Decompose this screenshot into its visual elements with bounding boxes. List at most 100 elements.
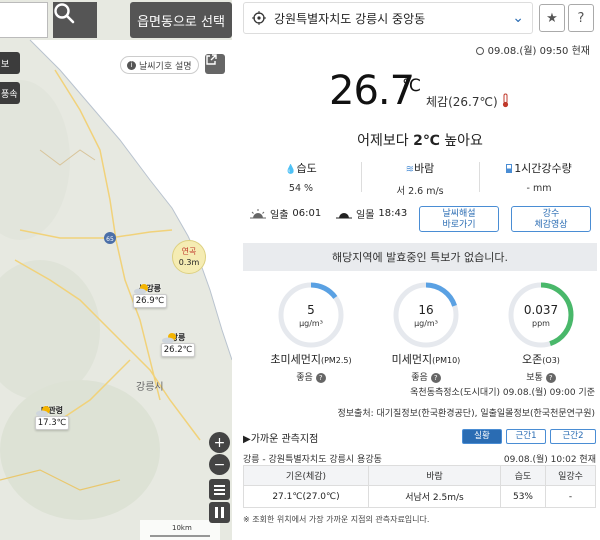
air-gauge-ring: 5 μg/m³ <box>278 282 344 348</box>
air-quality-pm10[interactable]: 16 μg/m³ 미세먼지(PM10) 좋음 ? <box>370 281 482 383</box>
tab-nearby-1[interactable]: 근간1 <box>506 429 546 444</box>
radar-line-1: 강수 <box>542 209 560 219</box>
station-marker[interactable]: 북강릉 26.9℃ <box>133 283 167 308</box>
crosshair-icon <box>252 11 266 25</box>
search-input[interactable] <box>0 2 48 38</box>
favorite-button[interactable]: ★ <box>539 4 565 32</box>
station-temp: 26.2℃ <box>163 345 193 355</box>
help-button[interactable]: ? <box>568 4 594 32</box>
search-button[interactable] <box>53 2 97 38</box>
external-link-icon <box>206 54 217 65</box>
station-marker[interactable]: 대관령 17.3℃ <box>35 405 69 430</box>
air-name: 초미세먼지 <box>270 353 321 366</box>
city-label: 강릉시 <box>136 382 164 393</box>
air-sub: (PM10) <box>432 356 461 365</box>
table-header: 습도 <box>500 465 546 486</box>
map-side-tab-1[interactable]: 보 <box>0 52 20 74</box>
question-icon[interactable]: ? <box>315 372 326 383</box>
search-icon <box>54 3 75 24</box>
info-icon: i <box>127 60 136 70</box>
external-link-button[interactable] <box>205 54 225 74</box>
sea-station-marker[interactable]: 연곡 0.3m <box>172 240 206 274</box>
question-icon[interactable]: ? <box>545 372 556 383</box>
sun-cloud-icon <box>36 406 50 417</box>
thermometer-icon <box>503 93 509 108</box>
table-cell: 서남서 2.5m/s <box>368 485 501 508</box>
wind-icon: ≋ <box>405 164 415 175</box>
region-select-button[interactable]: 읍면동으로 선택 <box>130 2 232 38</box>
clock-icon <box>476 47 485 55</box>
feels-like-text: 체감(26.7℃) <box>426 95 498 109</box>
layers-icon <box>214 485 225 495</box>
zoom-in-button[interactable]: + <box>209 432 230 453</box>
air-quality-ozone[interactable]: 0.037 ppm 오존(O3) 보통 ? <box>485 281 597 383</box>
nearby-footnote: ※ 조회한 위치에서 가장 가까운 지점의 관측자료입니다. <box>243 515 430 524</box>
radar-line-2: 체감영상 <box>534 220 568 230</box>
highway-label: 65 <box>106 236 114 243</box>
tab-nearby-2[interactable]: 근간2 <box>550 429 596 444</box>
chevron-down-icon: ⌄ <box>512 10 524 26</box>
weather-map[interactable]: 65 10km 읍면동으로 선택 보 풍속 i 날씨기호 설명 연곡 0.3m … <box>0 0 232 540</box>
tab-realtime[interactable]: 실황 <box>462 429 502 444</box>
weather-panel: 강원특별자치도 강릉시 중앙동 ⌄ ★ ? 09.08.(월) 09:50 현재… <box>240 0 600 540</box>
map-layer-button[interactable] <box>209 479 230 500</box>
weather-commentary-button[interactable]: 날씨해설 바로가기 <box>419 206 499 232</box>
air-name: 미세먼지 <box>391 353 433 366</box>
air-quality-pm25[interactable]: 5 μg/m³ 초미세먼지(PM2.5) 좋음 ? <box>255 281 367 383</box>
precip-value: - mm <box>526 183 552 194</box>
air-gauge-ring: 0.037 ppm <box>508 282 574 348</box>
radar-video-button[interactable]: 강수 체감영상 <box>511 206 591 232</box>
sunrise-icon <box>250 208 266 218</box>
nearby-location: 강릉 - 강원특별자치도 강릉시 용강동 <box>243 455 382 465</box>
commentary-line-2: 바로가기 <box>442 220 476 230</box>
humidity-value: 54 % <box>288 183 314 194</box>
sunrise-label: 일출 <box>270 210 289 221</box>
gauge-unit: μg/m³ <box>299 319 323 328</box>
divider <box>479 162 480 192</box>
air-data-source: 정보출처: 대기질정보(한국환경공단), 일출일몰정보(한국천문연구원) <box>337 409 595 419</box>
observation-time: 09.08.(월) 09:50 현재 <box>476 42 590 57</box>
pause-icon <box>215 507 224 518</box>
air-grade: 보통 <box>526 373 543 383</box>
gauge-unit: ppm <box>532 319 550 328</box>
air-sub: (PM2.5) <box>320 356 352 365</box>
divider <box>361 162 362 192</box>
table-header: 바람 <box>368 465 501 486</box>
table-cell: 27.1℃(27.0℃) <box>243 485 369 508</box>
wind-stat: ≋바람 서 2.6 m/s <box>361 160 479 197</box>
sunset-icon <box>336 212 352 218</box>
location-selector[interactable]: 강원특별자치도 강릉시 중앙동 ⌄ <box>243 2 533 34</box>
compare-suffix: 높아요 <box>439 133 483 149</box>
air-station-info: 옥천동측정소(도시대기) 09.08.(월) 09:00 기준 <box>410 388 595 398</box>
nearby-time: 09.08.(월) 10:02 현재 <box>503 455 596 465</box>
scale-label: 10km <box>172 524 192 532</box>
map-pause-button[interactable] <box>209 502 230 523</box>
sunset: 일몰 18:43 <box>336 206 407 221</box>
yesterday-comparison: 어제보다 2℃ 높아요 <box>240 130 600 150</box>
nearby-title[interactable]: ▶가까운 관측지점 <box>243 430 318 445</box>
station-temp: 17.3℃ <box>37 418 67 428</box>
sunrise: 일출 06:01 <box>250 206 321 221</box>
symbol-legend-label: 날씨기호 설명 <box>139 61 192 72</box>
station-temp: 26.9℃ <box>135 296 165 306</box>
sunset-label: 일몰 <box>356 210 375 221</box>
commentary-line-1: 날씨해설 <box>442 209 476 219</box>
nearby-table: 기온(체감) 바람 습도 일강수 27.1℃(27.0℃) 서남서 2.5m/s… <box>243 465 596 508</box>
sea-station-name: 연곡 <box>181 247 197 256</box>
gauge-value: 16 <box>418 303 433 317</box>
station-marker[interactable]: 강릉 26.2℃ <box>161 332 195 357</box>
sunrise-time: 06:01 <box>292 208 322 219</box>
table-cell: 53% <box>500 485 546 508</box>
symbol-legend-button[interactable]: i 날씨기호 설명 <box>120 56 199 74</box>
sunset-time: 18:43 <box>378 208 408 219</box>
air-gauge-ring: 16 μg/m³ <box>393 282 459 348</box>
compare-value: 2℃ <box>413 133 440 149</box>
question-icon[interactable]: ? <box>430 372 441 383</box>
table-header: 일강수 <box>545 465 596 486</box>
air-grade: 좋음 <box>296 373 313 383</box>
map-side-tab-2[interactable]: 풍속 <box>0 82 20 104</box>
air-sub: (O3) <box>542 356 560 365</box>
compare-prefix: 어제보다 <box>357 133 414 149</box>
zoom-out-button[interactable]: − <box>209 454 230 475</box>
gauge-value: 0.037 <box>524 303 558 317</box>
